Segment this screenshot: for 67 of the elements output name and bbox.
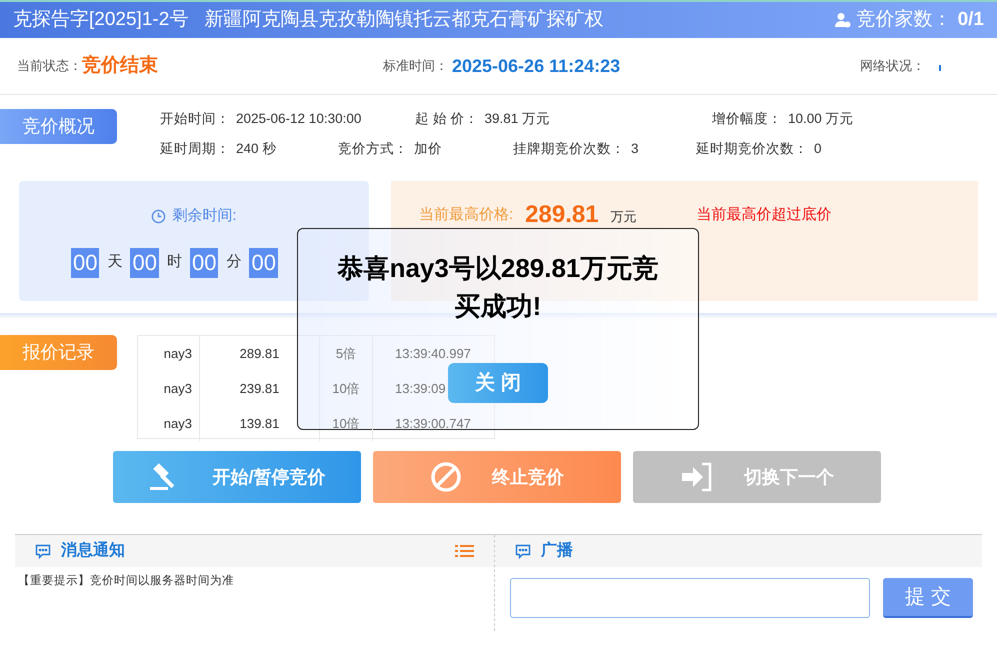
field-label: 起 始 价： (415, 110, 479, 128)
field-value: 加价 (414, 140, 442, 158)
dialog-message: 恭喜nay3号以289.81万元竞买成功! (336, 252, 660, 323)
user-icon (834, 12, 851, 28)
bidder-cell: nay3 (138, 371, 200, 406)
action-button[interactable]: 切换下一个 (633, 451, 881, 503)
notice-number: 克探告字[2025]1-2号 (13, 8, 188, 32)
field-label: 延时期竞价次数： (696, 140, 808, 158)
field-value: 2025-06-12 10:30:00 (236, 110, 362, 128)
multiple-cell: 10倍 (320, 406, 373, 441)
field-value: 10.00 万元 (788, 110, 854, 128)
price-cell: 139.81 (200, 406, 320, 441)
time-text: 13:39:00.747 (395, 414, 471, 433)
field-value: 240 秒 (236, 140, 276, 158)
section-tag: 报价记录 (0, 335, 117, 370)
countdown-digits: 00 (71, 248, 100, 278)
price-label: 当前最高价格: (419, 205, 514, 225)
countdown-label: 剩余时间: (172, 206, 237, 226)
field-value: 3 (631, 140, 639, 158)
countdown-digits: 00 (190, 248, 218, 278)
panel-title: 消息通知 (61, 540, 125, 561)
broadcast-input[interactable] (510, 578, 870, 618)
action-button[interactable]: 终止竞价 (373, 451, 621, 503)
bidder-cell: nay3 (138, 406, 200, 441)
field-label: 开始时间： (160, 110, 230, 128)
chat-icon (35, 544, 51, 558)
project-title: 新疆阿克陶县克孜勒陶镇托云都克石膏矿探矿权 (204, 8, 604, 32)
clock-icon (151, 208, 166, 224)
time-text: 13:39:09 (395, 380, 446, 398)
countdown-unit: 天 (107, 252, 122, 272)
ban-icon (430, 461, 462, 493)
bidder-cell: nay3 (138, 336, 200, 371)
panel-title: 广播 (541, 540, 573, 561)
price-value: 289.81 (525, 200, 599, 230)
status-value: 竞价结束 (82, 54, 158, 78)
close-button[interactable]: 关 闭 (448, 363, 548, 403)
section-tag: 竞价概况 (0, 109, 117, 144)
countdown-unit: 时 (166, 252, 182, 272)
chat-icon (515, 544, 531, 558)
time-label: 标准时间： (383, 57, 448, 76)
network-label: 网络状况： (860, 57, 925, 76)
reserve-note: 当前最高价超过底价 (696, 205, 832, 225)
server-time: 2025-06-26 11:24:23 (452, 54, 620, 78)
sign-in-icon (680, 462, 714, 492)
price-cell: 239.81 (200, 371, 320, 406)
time-text: 13:39:40.997 (395, 344, 471, 363)
countdown-digits: 00 (249, 248, 278, 278)
bidders-label: 竞价家数： (856, 8, 952, 32)
message-text: 【重要提示】竞价时间以服务器时间为准 (17, 573, 235, 589)
field-label: 挂牌期竞价次数： (513, 140, 625, 158)
bidders-count: 0/1 (958, 8, 984, 32)
field-label: 增价幅度： (712, 110, 782, 128)
countdown-unit: 分 (226, 252, 242, 272)
multiple-cell: 10倍 (320, 371, 373, 406)
signal-icon (939, 65, 942, 71)
field-value: 0 (814, 140, 822, 158)
price-cell: 289.81 (200, 336, 320, 371)
countdown-digits: 00 (130, 248, 159, 278)
submit-button[interactable]: 提 交 (883, 578, 973, 618)
action-button[interactable]: 开始/暂停竞价 (113, 451, 361, 503)
field-value: 39.81 万元 (484, 110, 550, 128)
list-icon[interactable] (455, 545, 474, 557)
status-label: 当前状态： (17, 57, 82, 76)
price-unit: 万元 (610, 208, 637, 226)
multiple-cell: 5倍 (320, 336, 373, 371)
field-label: 竞价方式： (338, 140, 408, 158)
field-label: 延时周期： (160, 140, 230, 158)
